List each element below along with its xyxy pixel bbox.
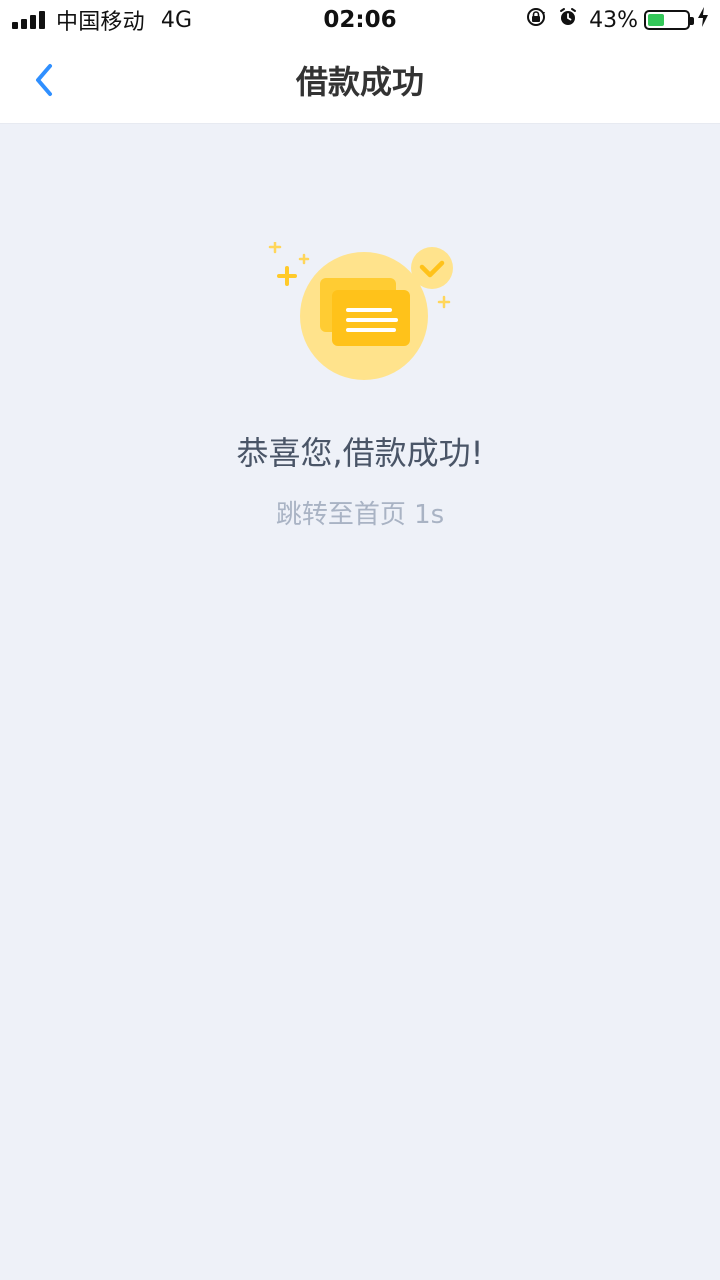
- chevron-left-icon[interactable]: [30, 60, 58, 104]
- carrier-name: 中国移动: [56, 10, 145, 35]
- battery-icon: [644, 10, 694, 30]
- battery-percent: 43%: [589, 7, 638, 33]
- nav-bar: 借款成功: [0, 40, 720, 124]
- signal-bars-icon: [12, 11, 46, 29]
- back-button[interactable]: [20, 58, 68, 106]
- success-title: 恭喜您,借款成功!: [236, 434, 484, 472]
- alarm-icon: [557, 6, 579, 34]
- battery-level-fill: [648, 14, 664, 26]
- main-content: 恭喜您,借款成功! 跳转至首页 1s: [0, 124, 720, 1280]
- page-title: 借款成功: [295, 63, 424, 101]
- status-right: 43%: [525, 6, 710, 34]
- status-bar: 中国移动 4G 02:06 43%: [0, 0, 720, 40]
- redirect-countdown: 跳转至首页 1s: [275, 500, 445, 530]
- charging-bolt-icon: [696, 6, 710, 34]
- rotation-lock-icon: [525, 6, 547, 34]
- money-cards-success-icon: [260, 240, 460, 382]
- battery-indicator: 43%: [589, 6, 710, 34]
- status-left: 中国移动 4G: [12, 6, 193, 35]
- network-type: 4G: [160, 7, 193, 33]
